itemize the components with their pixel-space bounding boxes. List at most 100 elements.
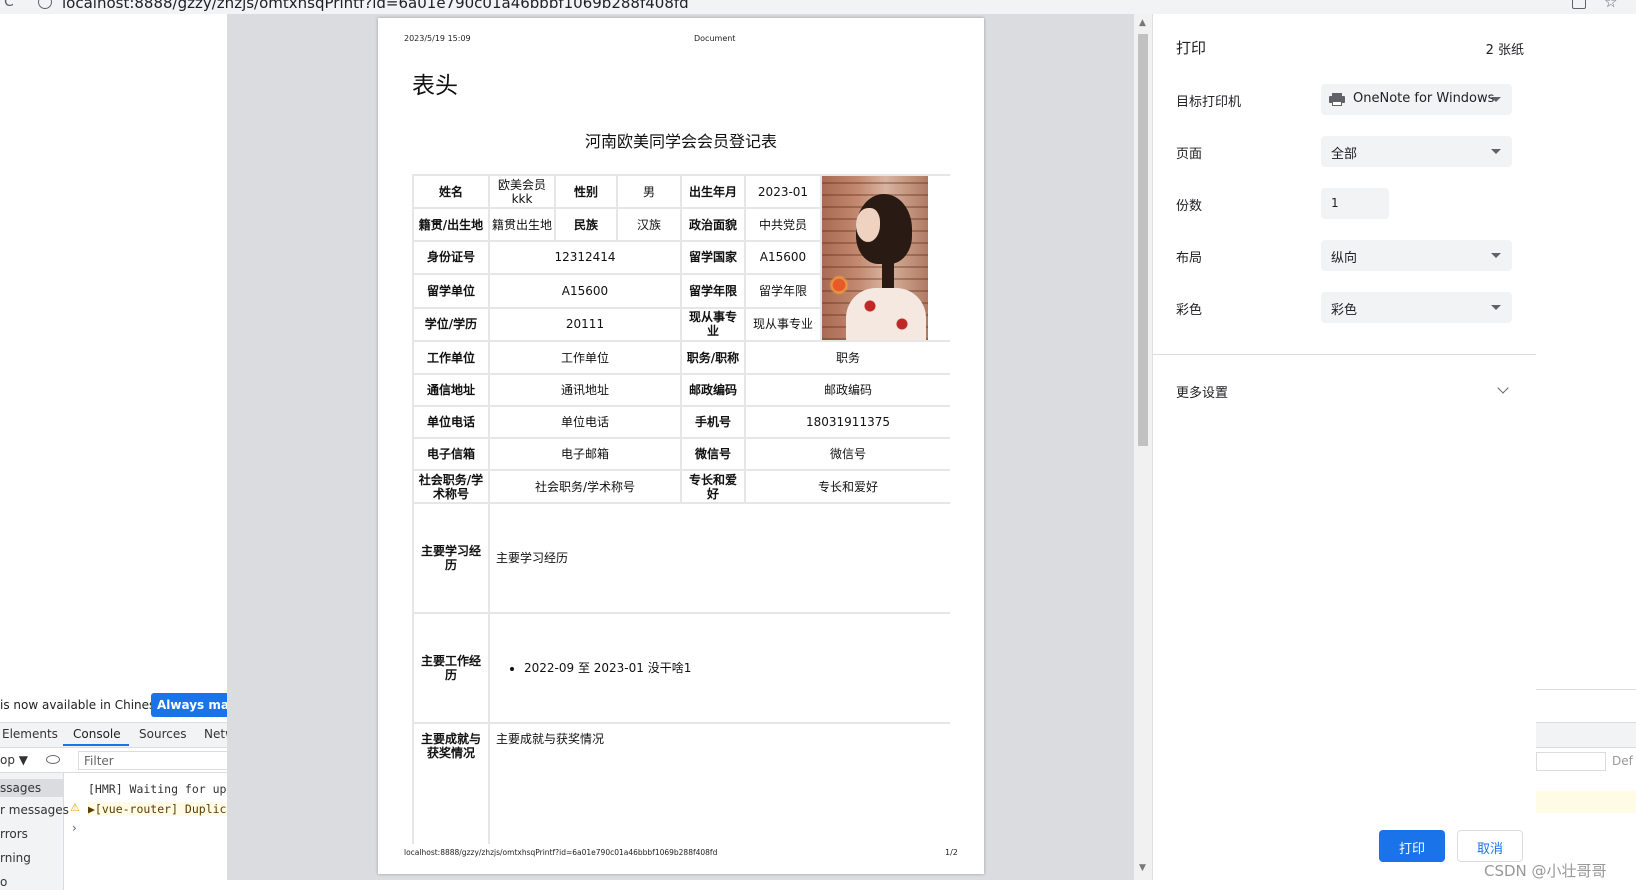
major-value: 现从事专业	[744, 306, 822, 343]
id-label: 身份证号	[412, 239, 490, 276]
social-value: 社会职务/学术称号	[488, 469, 682, 504]
name-label: 姓名	[412, 174, 490, 210]
sidebar-item-errors[interactable]: rrors	[0, 827, 28, 841]
reload-icon[interactable]: C	[4, 0, 14, 10]
tab-console[interactable]: Console	[73, 727, 121, 741]
sidebar-item-user-messages[interactable]: r messages	[0, 803, 69, 817]
work-exp-list: 2022-09 至 2023-01 没干啥1	[496, 661, 948, 675]
ethnic-value: 汉族	[616, 207, 682, 242]
position-label: 职务/职称	[680, 340, 746, 375]
color-select[interactable]: 彩色	[1321, 292, 1512, 323]
mobile-value: 18031911375	[744, 405, 950, 439]
registration-table: 姓名 欧美会员kkk 性别 男 出生年月 2023-01 籍贯/出生地 籍贯出生…	[412, 174, 950, 844]
preview-page: 2023/5/19 15:09 Document 表头 河南欧美同学会会员登记表…	[378, 18, 984, 874]
tab-elements[interactable]: Elements	[2, 727, 58, 741]
degree-value: 20111	[488, 306, 682, 343]
default-levels-label: Def	[1612, 754, 1633, 768]
sheet-count: 2 张纸	[1485, 43, 1524, 58]
chevron-down-icon	[1491, 253, 1501, 258]
political-label: 政治面貌	[680, 207, 746, 242]
study-unit-label: 留学单位	[412, 273, 490, 309]
sidebar-item-warnings[interactable]: rning	[0, 851, 31, 865]
scroll-up-icon[interactable]: ▲	[1139, 18, 1146, 28]
postcode-label: 邮政编码	[680, 373, 746, 407]
layout-select[interactable]: 纵向	[1321, 240, 1512, 271]
sidebar-item-messages[interactable]: ssages	[0, 779, 63, 797]
work-unit-value: 工作单位	[488, 340, 682, 375]
page-heading: 表头	[412, 73, 458, 99]
address-value: 通讯地址	[488, 373, 682, 407]
id-value: 12312414	[488, 239, 682, 276]
csdn-watermark: CSDN @小壮哥哥	[1484, 862, 1607, 880]
social-label: 社会职务/学术称号	[412, 469, 490, 504]
console-filter-bar: op ▼ Filter	[0, 749, 230, 773]
origin-value: 籍贯出生地	[488, 207, 556, 242]
site-info-icon[interactable]	[38, 0, 52, 9]
settings-divider	[1152, 354, 1536, 355]
gender-label: 性别	[554, 174, 618, 210]
layout-value: 纵向	[1331, 251, 1358, 266]
preview-scrollbar[interactable]: ▲ ▼	[1134, 14, 1152, 880]
name-value: 欧美会员kkk	[488, 174, 556, 210]
gender-value: 男	[616, 174, 682, 210]
destination-value: OneNote for Windows	[1353, 91, 1495, 106]
chevron-down-icon	[1491, 97, 1501, 102]
printer-icon	[1329, 93, 1345, 106]
console-prompt-icon[interactable]: ›	[72, 821, 77, 835]
print-button[interactable]: 打印	[1379, 830, 1445, 862]
study-years-value: 留学年限	[744, 273, 822, 309]
pages-value: 全部	[1331, 147, 1358, 162]
share-icon[interactable]	[1572, 0, 1586, 9]
background-filter-box	[1536, 752, 1606, 771]
color-value: 彩色	[1331, 303, 1358, 318]
color-label: 彩色	[1176, 303, 1203, 318]
bookmark-star-icon[interactable]: ☆	[1604, 0, 1617, 11]
address-label: 通信地址	[412, 373, 490, 407]
study-years-label: 留学年限	[680, 273, 746, 309]
more-settings-toggle[interactable]: 更多设置	[1176, 382, 1228, 401]
birth-value: 2023-01	[744, 174, 822, 210]
warning-icon: ⚠	[70, 801, 80, 814]
work-exp-label: 主要工作经历	[412, 612, 490, 724]
copies-input[interactable]: 1	[1321, 188, 1389, 219]
destination-select[interactable]: OneNote for Windows	[1321, 84, 1512, 115]
postcode-value: 邮政编码	[744, 373, 950, 407]
study-exp-label: 主要学习经历	[412, 502, 490, 614]
wechat-label: 微信号	[680, 437, 746, 471]
position-value: 职务	[744, 340, 950, 375]
page-footer-number: 1/2	[945, 848, 958, 857]
study-exp-value: 主要学习经历	[488, 502, 950, 614]
mobile-label: 手机号	[680, 405, 746, 439]
console-warning-line: ▶[vue-router] Duplica	[88, 802, 248, 816]
awards-value: 主要成就与获奖情况	[488, 722, 950, 844]
background-tab-row	[1536, 722, 1636, 748]
console-filter-input[interactable]: Filter	[78, 751, 228, 770]
page-header-date: 2023/5/19 15:09	[404, 34, 471, 43]
awards-label: 主要成就与获奖情况	[412, 722, 490, 844]
hobby-label: 专长和爱好	[680, 469, 746, 504]
birth-label: 出生年月	[680, 174, 746, 210]
study-country-label: 留学国家	[680, 239, 746, 276]
translate-banner: is now available in Chinese! Always matc…	[0, 692, 241, 720]
eye-icon[interactable]	[46, 755, 60, 764]
print-title: 打印	[1176, 39, 1207, 57]
major-label: 现从事专业	[680, 306, 746, 343]
tab-sources[interactable]: Sources	[139, 727, 186, 741]
wechat-value: 微信号	[744, 437, 950, 471]
pages-label: 页面	[1176, 147, 1203, 162]
scroll-down-icon[interactable]: ▼	[1139, 863, 1146, 873]
background-divider	[1536, 689, 1636, 690]
pages-select[interactable]: 全部	[1321, 136, 1512, 167]
scrollbar-thumb[interactable]	[1138, 34, 1148, 446]
unit-phone-value: 单位电话	[488, 405, 682, 439]
context-selector[interactable]: op ▼	[0, 753, 28, 767]
cancel-button[interactable]: 取消	[1457, 830, 1523, 862]
active-tab-indicator	[63, 744, 129, 746]
page-header-title: Document	[694, 34, 736, 43]
background-warning-row	[1536, 791, 1636, 813]
console-log-line: [HMR] Waiting for upd	[88, 782, 234, 796]
url-text[interactable]: localhost:8888/gzzy/zhzjs/omtxhsqPrintf?…	[62, 0, 689, 12]
form-title: 河南欧美同学会会员登记表	[584, 132, 777, 151]
expand-chevron-icon[interactable]	[1497, 382, 1509, 394]
sidebar-item-info[interactable]: o	[0, 875, 7, 889]
